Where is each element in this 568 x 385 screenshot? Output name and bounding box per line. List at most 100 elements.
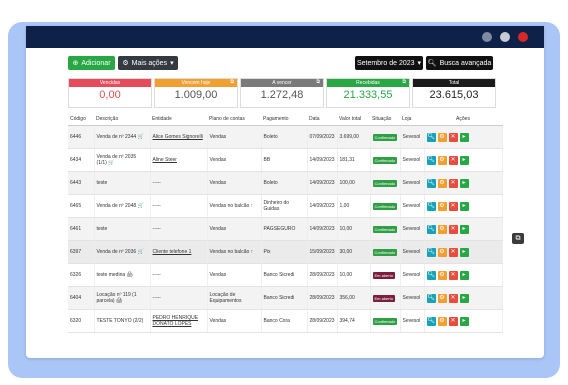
cell-code: 6446 xyxy=(68,125,95,149)
search-icon[interactable]: 🔍︎ xyxy=(426,247,436,257)
card-upcoming[interactable]: A vencer ⧉ 1.272,48 xyxy=(240,78,324,108)
close-icon[interactable]: ✕ xyxy=(448,293,458,303)
cell-entity-text[interactable]: PEDRO HENRIQUE DONATO LOPES xyxy=(153,315,199,327)
close-icon[interactable]: ✕ xyxy=(448,132,458,142)
table-row[interactable]: 6465 Venda de nº 2048 🛒 ----- Vendas no bal… xyxy=(68,194,503,218)
column-header[interactable]: Valor total xyxy=(337,112,370,126)
external-link-icon[interactable]: ⧉ xyxy=(402,79,406,85)
gear-icon[interactable]: ⚙ xyxy=(437,316,447,326)
card-received[interactable]: Recebidas ⧉ 21.333,55 xyxy=(326,78,410,108)
cell-desc: Venda de nº 2344 🛒 xyxy=(94,125,151,149)
search-icon[interactable]: 🔍︎ xyxy=(426,132,436,142)
caret-icon[interactable]: ▸ xyxy=(459,270,469,280)
gear-icon[interactable]: ⚙ xyxy=(437,178,447,188)
gear-icon[interactable]: ⚙ xyxy=(437,270,447,280)
cell-plan-text: Vendas no balcão ↑ xyxy=(209,203,254,209)
period-select[interactable]: Setembro de 2023 ▾ xyxy=(355,56,423,70)
caret-icon[interactable]: ▸ xyxy=(459,132,469,142)
caret-icon[interactable]: ▸ xyxy=(459,224,469,234)
cell-actions: 🔍︎ ⚙ ✕ ▸ xyxy=(424,217,503,241)
caret-icon[interactable]: ▸ xyxy=(459,201,469,211)
gear-icon[interactable]: ⚙ xyxy=(437,224,447,234)
caret-icon[interactable]: ▸ xyxy=(459,178,469,188)
cell-payment: Banco Sicredi xyxy=(261,263,308,287)
external-link-icon[interactable]: ⧉ xyxy=(230,79,234,85)
table-row[interactable]: 6443 teste ----- Vendas Boleto 14/09/2023 100,… xyxy=(68,171,503,195)
search-icon[interactable]: 🔍︎ xyxy=(426,201,436,211)
card-due-today[interactable]: Vencem hoje ⧉ 1.009,00 xyxy=(154,78,238,108)
table-row[interactable]: 6320 TESTE TONYO (2/2) PEDRO HENRIQUE DONA… xyxy=(68,309,503,333)
column-header[interactable]: Data xyxy=(307,112,337,126)
close-icon[interactable]: ✕ xyxy=(448,201,458,211)
column-header[interactable]: Loja xyxy=(400,112,424,126)
table-row[interactable]: 6446 Venda de nº 2344 🛒 Alice Gomes Signor… xyxy=(68,125,503,149)
search-icon[interactable]: 🔍︎ xyxy=(426,293,436,303)
cell-code-text: 6434 xyxy=(70,157,82,163)
gear-icon[interactable]: ⚙ xyxy=(437,132,447,142)
search-icon[interactable]: 🔍︎ xyxy=(426,316,436,326)
close-icon[interactable]: ✕ xyxy=(448,316,458,326)
cell-entity-text[interactable]: Aline Steer xyxy=(153,157,177,163)
cell-desc: Venda de nº 2048 🛒 xyxy=(94,194,151,218)
cell-entity-text[interactable]: Cliente telefone 1 xyxy=(153,249,192,255)
window-close-dot[interactable] xyxy=(518,32,528,42)
more-actions-button[interactable]: ⚙ Mais ações ▾ xyxy=(118,56,178,70)
close-icon[interactable]: ✕ xyxy=(448,224,458,234)
caret-icon[interactable]: ▸ xyxy=(459,247,469,257)
cell-status: Em aberto xyxy=(370,286,401,310)
column-header[interactable]: Pagamento xyxy=(261,112,307,126)
card-overdue[interactable]: Vencidas 0,00 xyxy=(68,78,152,108)
cell-plan: Locação de Equipamentos xyxy=(207,286,262,310)
cell-total: 10,00 xyxy=(337,263,371,287)
column-header[interactable]: Código xyxy=(68,112,94,126)
column-header[interactable]: Entidade xyxy=(150,112,207,126)
external-link-icon[interactable]: ⧉ xyxy=(316,79,320,85)
table-row[interactable]: 6326 teste medina 🖨 ----- Vendas Banco Sicre… xyxy=(68,263,503,287)
status-badge: Confirmado xyxy=(372,317,398,325)
tooltip-icon[interactable]: ⧉ xyxy=(512,233,524,244)
column-header[interactable]: Descrição xyxy=(94,112,150,126)
table-row[interactable]: 6461 teste ----- Vendas PAGSEGURO 14/09/2023 1… xyxy=(68,217,503,241)
column-header[interactable]: Situação xyxy=(370,112,400,126)
cell-desc-text: teste xyxy=(96,180,108,186)
close-icon[interactable]: ✕ xyxy=(448,178,458,188)
cell-date: 14/09/2023 xyxy=(307,171,338,195)
cell-date: 14/09/2023 xyxy=(307,148,338,172)
add-button[interactable]: ⊕ Adicionar xyxy=(68,56,115,70)
search-icon[interactable]: 🔍︎ xyxy=(426,155,436,165)
gear-icon[interactable]: ⚙ xyxy=(437,201,447,211)
gear-icon[interactable]: ⚙ xyxy=(437,155,447,165)
cell-payment-text: Banco Sicredi xyxy=(263,295,295,301)
cell-entity: PEDRO HENRIQUE DONATO LOPES xyxy=(150,309,208,333)
search-icon[interactable]: 🔍︎ xyxy=(426,224,436,234)
cell-status: Confirmado xyxy=(370,148,401,172)
cell-total-text: 10,00 xyxy=(339,272,353,278)
caret-icon[interactable]: ▸ xyxy=(459,155,469,165)
cell-store-text: Sevesol xyxy=(402,157,421,163)
close-icon[interactable]: ✕ xyxy=(448,247,458,257)
advanced-search-button[interactable]: 🔍︎ Busca avançada xyxy=(426,56,493,70)
caret-icon[interactable]: ▸ xyxy=(459,316,469,326)
window-dot-2[interactable] xyxy=(500,32,510,42)
card-title: Vencidas xyxy=(99,80,121,86)
gear-icon[interactable]: ⚙ xyxy=(437,293,447,303)
close-icon[interactable]: ✕ xyxy=(448,155,458,165)
card-value: 1.272,48 xyxy=(260,89,304,101)
cell-total: 10,00 xyxy=(337,217,371,241)
table-row[interactable]: 6397 Venda de nº 2036 🛒 Cliente telefone 1… xyxy=(68,240,503,264)
search-icon[interactable]: 🔍︎ xyxy=(426,178,436,188)
close-icon[interactable]: ✕ xyxy=(448,270,458,280)
column-header[interactable]: Plano de contas xyxy=(207,112,261,126)
cell-store-text: Sevesol xyxy=(402,180,421,186)
caret-icon[interactable]: ▸ xyxy=(459,293,469,303)
cell-status: Confirmado xyxy=(370,309,401,333)
cell-desc: teste xyxy=(94,217,151,241)
table-row[interactable]: 6404 Locação nº 119 (1 parcela) 🖨 ----- Loc… xyxy=(68,286,503,310)
gear-icon[interactable]: ⚙ xyxy=(437,247,447,257)
search-icon[interactable]: 🔍︎ xyxy=(426,270,436,280)
window-dot-1[interactable] xyxy=(482,32,492,42)
table-row[interactable]: 6434 Venda de nº 2035 (1/1) 🛒 Aline Steer V… xyxy=(68,148,503,172)
cell-entity-text[interactable]: Alice Gomes Signorelli xyxy=(153,134,203,140)
cell-payment-text: Dinheiro do Guidas xyxy=(263,200,290,212)
cell-date-text: 14/09/2023 xyxy=(309,203,335,209)
